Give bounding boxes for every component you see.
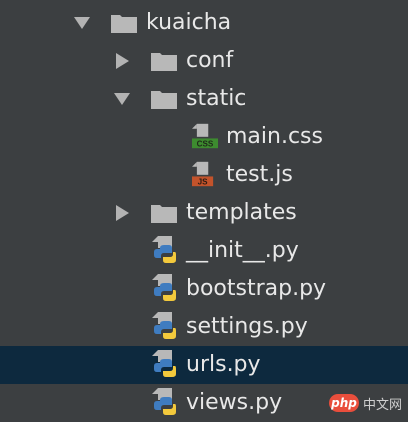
tree-label: conf [186, 48, 234, 73]
css-badge-label: CSS [197, 140, 214, 149]
tree-label: views.py [186, 390, 283, 415]
js-file-icon: JS [192, 161, 214, 187]
expand-arrow-icon[interactable] [74, 17, 90, 29]
python-file-icon [152, 236, 176, 263]
collapse-arrow-icon[interactable] [116, 53, 129, 69]
python-file-icon [152, 388, 176, 415]
css-file-icon: CSS [192, 123, 218, 149]
folder-icon [111, 15, 137, 33]
tree-label: bootstrap.py [186, 276, 327, 301]
folder-icon [151, 205, 177, 223]
tree-row-conf[interactable]: conf [0, 42, 408, 80]
tree-label: __init__.py [186, 238, 299, 263]
js-badge-label: JS [198, 178, 209, 187]
python-file-icon [152, 274, 176, 301]
tree-row-settings-py[interactable]: settings.py [0, 308, 408, 346]
tree-row-test-js[interactable]: JS test.js [0, 156, 408, 194]
expand-arrow-icon[interactable] [114, 93, 130, 105]
tree-label: main.css [226, 124, 323, 149]
watermark: php 中文网 [328, 390, 402, 416]
tree-label: templates [186, 200, 297, 225]
tree-row-main-css[interactable]: CSS main.css [0, 118, 408, 156]
tree-label: kuaicha [146, 10, 232, 35]
tree-label: test.js [226, 162, 293, 187]
tree-label: settings.py [186, 314, 308, 339]
folder-icon [151, 53, 177, 71]
tree-row-init-py[interactable]: __init__.py [0, 232, 408, 270]
python-file-icon [152, 312, 176, 339]
python-file-icon [152, 350, 176, 377]
tree-row-urls-py[interactable]: urls.py [0, 346, 408, 384]
tree-row-static[interactable]: static [0, 80, 408, 118]
tree-row-kuaicha[interactable]: kuaicha [0, 4, 408, 42]
watermark-badge: php [328, 394, 359, 412]
tree-row-bootstrap-py[interactable]: bootstrap.py [0, 270, 408, 308]
tree-label: urls.py [186, 352, 261, 377]
tree-label: static [186, 86, 247, 111]
tree-row-templates[interactable]: templates [0, 194, 408, 232]
collapse-arrow-icon[interactable] [116, 205, 129, 221]
folder-icon [151, 91, 177, 109]
watermark-text: 中文网 [362, 397, 402, 413]
